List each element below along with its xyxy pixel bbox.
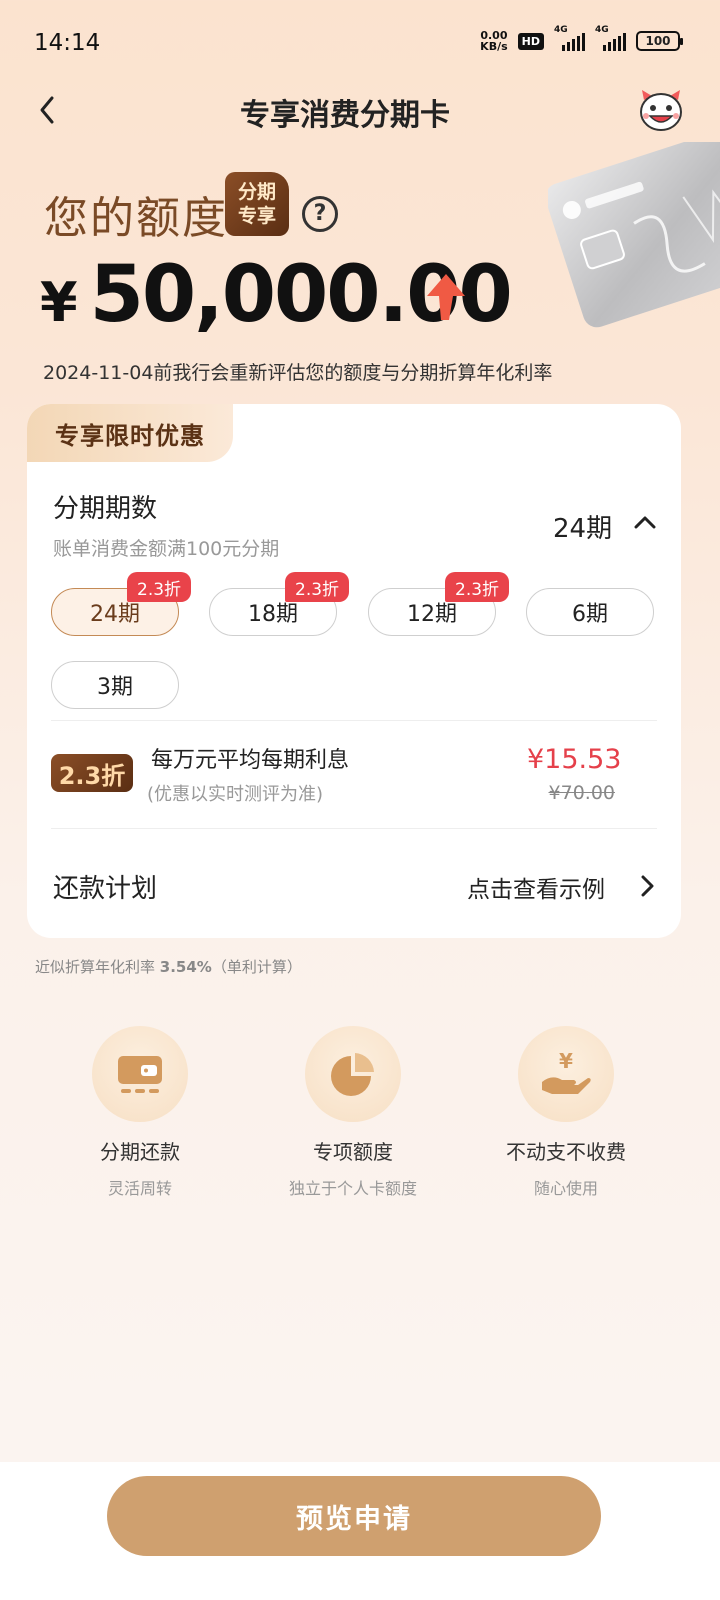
increase-arrow-icon: [425, 272, 467, 322]
page-title: 专享消费分期卡: [240, 98, 450, 133]
discount-tag: 2.3折: [285, 572, 350, 602]
pie-chart-icon: [305, 1026, 401, 1122]
wallet-icon: [92, 1026, 188, 1122]
hand-coin-icon: ¥: [518, 1026, 614, 1122]
bank-card-image: [545, 120, 720, 360]
feature-installment: 分期还款 灵活周转: [40, 1026, 240, 1199]
feature-subtitle: 独立于个人卡额度: [288, 1179, 417, 1198]
feature-title: 分期还款: [100, 1140, 180, 1164]
term-subtitle: 账单消费金额满100元分期: [53, 538, 280, 560]
chevron-right-icon[interactable]: [639, 874, 655, 898]
status-time: 14:14: [34, 30, 101, 56]
installment-panel: 专享限时优惠 分期期数 账单消费金额满100元分期 24期 24期 2.3折 1…: [27, 404, 681, 938]
feature-title: 不动支不收费: [506, 1140, 626, 1164]
signal-icon: 4G: [554, 25, 585, 51]
feature-subtitle: 随心使用: [533, 1179, 598, 1198]
term-option-3[interactable]: 3期: [51, 661, 179, 709]
status-icons: 0.00 KB/s HD 4G 4G 100: [480, 25, 683, 53]
discount-tag: 2.3折: [127, 572, 192, 602]
preview-apply-button[interactable]: 预览申请: [107, 1476, 601, 1556]
installment-exclusive-badge: 分期 专享: [225, 172, 289, 236]
interest-title: 每万元平均每期利息: [151, 748, 350, 773]
interest-note: (优惠以实时测评为准): [147, 784, 324, 805]
feature-dedicated-quota: 专项额度 独立于个人卡额度: [253, 1026, 453, 1199]
view-example-link[interactable]: 点击查看示例: [467, 870, 605, 904]
battery-icon: 100: [636, 31, 683, 51]
divider: [51, 720, 657, 721]
signal-icon: 4G: [595, 25, 626, 51]
feature-no-fee: ¥ 不动支不收费 随心使用: [466, 1026, 666, 1199]
feature-subtitle: 灵活周转: [107, 1179, 172, 1198]
selected-term[interactable]: 24期: [553, 508, 612, 545]
help-icon[interactable]: ?: [302, 196, 338, 232]
divider: [51, 828, 657, 829]
svg-text:¥: ¥: [559, 1049, 573, 1073]
hd-voice-icon: HD: [517, 32, 544, 50]
network-speed: 0.00 KB/s: [480, 29, 508, 53]
apr-note: 近似折算年化利率 3.54%（单利计算）: [35, 958, 302, 976]
discount-tag: 2.3折: [445, 572, 510, 602]
original-interest: ¥70.00: [548, 782, 615, 804]
repayment-plan-label: 还款计划: [53, 874, 158, 904]
chevron-up-icon[interactable]: [633, 514, 657, 530]
currency-symbol: ¥: [40, 271, 78, 334]
feature-title: 专项额度: [313, 1140, 393, 1164]
discount-badge: 2.3折: [51, 754, 133, 792]
discounted-interest: ¥15.53: [527, 744, 622, 775]
mascot-icon[interactable]: [636, 88, 686, 134]
reassessment-notice: 2024-11-04前我行会重新评估您的额度与分期折算年化利率: [43, 362, 553, 384]
term-title: 分期期数: [53, 494, 158, 524]
term-option-6[interactable]: 6期: [526, 588, 654, 636]
promo-tab: 专享限时优惠: [27, 404, 233, 462]
quota-label: 您的额度: [44, 193, 228, 244]
